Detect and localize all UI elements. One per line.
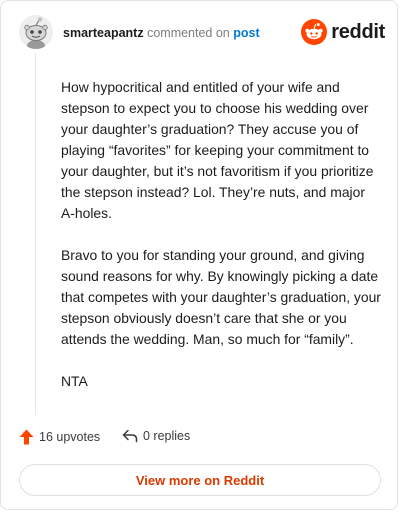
comment-paragraph: How hypocritical and entitled of your wi…: [61, 79, 374, 221]
upvote-count: 16 upvotes: [39, 430, 101, 444]
comment-card: smarteapantz commented on post reddit Ho…: [0, 0, 398, 510]
action-text: commented on: [147, 26, 230, 40]
brand-wordmark: reddit: [331, 20, 385, 43]
reply-arrow-icon: [122, 429, 138, 443]
reddit-brand[interactable]: reddit: [301, 17, 385, 47]
username[interactable]: smarteapantz: [63, 26, 144, 40]
upvote-arrow-icon: [19, 429, 34, 445]
comment-paragraph: Bravo to you for standing your ground, a…: [61, 247, 381, 347]
comment-paragraph: NTA: [61, 373, 88, 389]
post-link[interactable]: post: [233, 26, 259, 40]
user-avatar[interactable]: [19, 15, 53, 49]
upvote-button[interactable]: 16 upvotes: [19, 429, 100, 445]
view-more-button[interactable]: View more on Reddit: [19, 464, 381, 496]
comment-header: smarteapantz commented on post reddit: [19, 15, 385, 51]
comment-meta: smarteapantz commented on post: [63, 26, 260, 40]
comment-body: How hypocritical and entitled of your wi…: [61, 77, 381, 413]
reply-count: 0 replies: [143, 429, 191, 443]
snoo-avatar-icon: [19, 15, 53, 49]
comment-actions: 16 upvotes 0 replies: [19, 429, 379, 451]
thread-line: [35, 53, 36, 415]
reddit-logo-icon: [301, 19, 328, 45]
reply-button[interactable]: 0 replies: [122, 429, 190, 443]
